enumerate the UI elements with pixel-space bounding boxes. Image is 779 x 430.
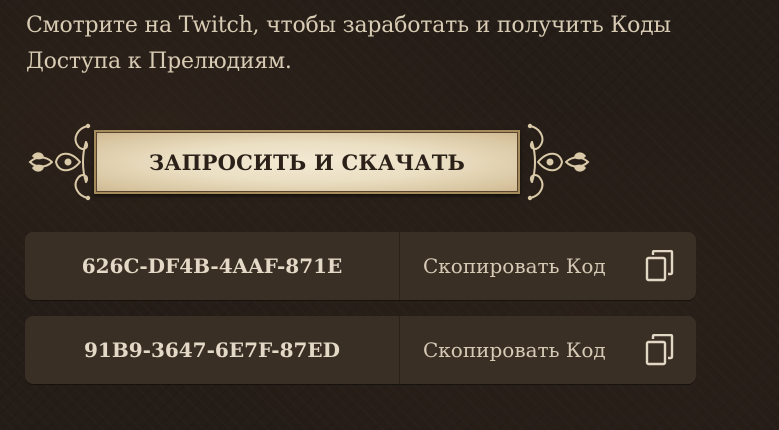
access-code-value: 91B9-3647-6E7F-87ED xyxy=(83,338,340,362)
left-ornament-icon xyxy=(28,123,91,201)
right-ornament-icon xyxy=(527,123,590,201)
code-row: 91B9-3647-6E7F-87ED Скопировать Код xyxy=(25,316,696,384)
copy-code-label: Скопировать Код xyxy=(423,338,606,362)
copy-code-label: Скопировать Код xyxy=(423,254,606,278)
copy-code-button[interactable]: Скопировать Код xyxy=(400,316,696,384)
copy-icon xyxy=(645,250,674,282)
request-and-download-button[interactable]: ЗАПРОСИТЬ И СКАЧАТЬ xyxy=(94,130,520,194)
code-row: 626C-DF4B-4AAF-871E Скопировать Код xyxy=(25,232,696,300)
copy-code-button[interactable]: Скопировать Код xyxy=(400,232,696,300)
description-text: Смотрите на Twitch, чтобы заработать и п… xyxy=(26,13,671,74)
request-and-download-label: ЗАПРОСИТЬ И СКАЧАТЬ xyxy=(148,149,466,175)
copy-icon xyxy=(645,334,674,366)
access-code-value: 626C-DF4B-4AAF-871E xyxy=(81,254,343,278)
request-button-row: ЗАПРОСИТЬ И СКАЧАТЬ xyxy=(22,120,592,204)
